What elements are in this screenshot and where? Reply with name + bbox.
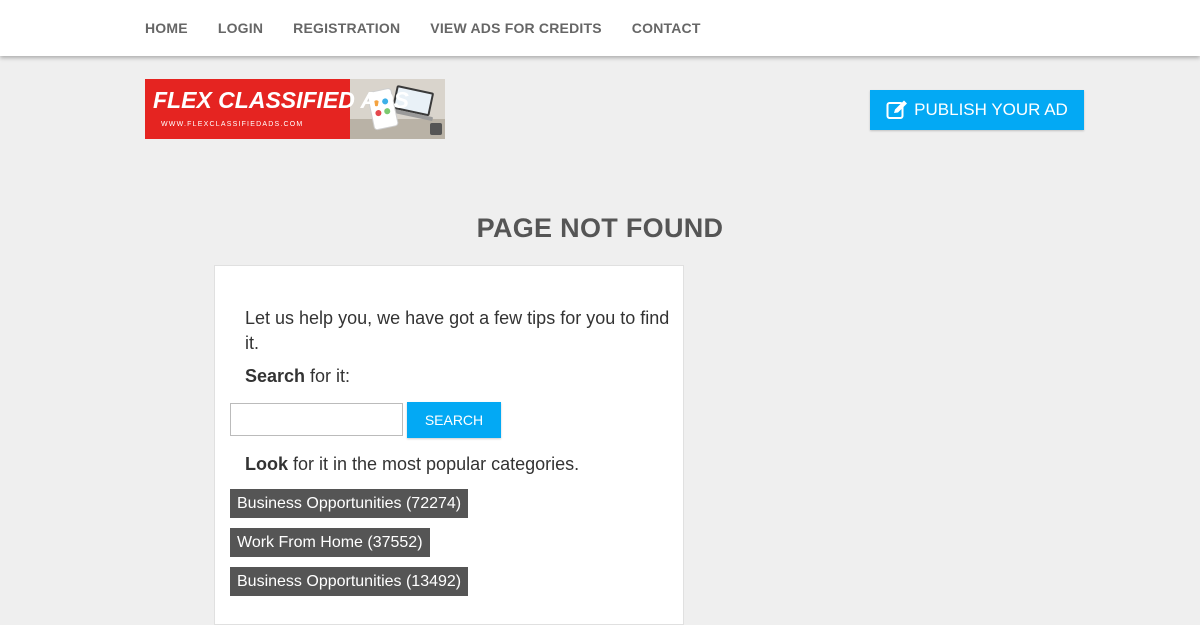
category-link[interactable]: Business Opportunities (13492) [230, 567, 469, 596]
publish-ad-button[interactable]: PUBLISH YOUR AD [870, 90, 1084, 130]
page-title: PAGE NOT FOUND [476, 213, 724, 243]
nav-item-view-ads-for-credits[interactable]: VIEW ADS FOR CREDITS [430, 20, 602, 36]
publish-ad-label: PUBLISH YOUR AD [914, 100, 1068, 119]
popular-categories: Business Opportunities (72274) Work From… [230, 489, 469, 606]
edit-icon [886, 100, 908, 119]
logo-url: WWW.FLEXCLASSIFIEDADS.COM [161, 121, 303, 128]
help-card: Let us help you, we have got a few tips … [214, 265, 684, 625]
category-link[interactable]: Business Opportunities (72274) [230, 489, 469, 518]
search-input[interactable] [230, 403, 403, 436]
nav-item-registration[interactable]: REGISTRATION [293, 20, 400, 36]
logo-title: FLEX CLASSIFIED ADS [153, 87, 410, 113]
nav-item-home[interactable]: HOME [145, 20, 188, 36]
search-instruction-bold: Search [245, 366, 306, 386]
help-tips-text: Let us help you, we have got a few tips … [245, 308, 670, 353]
search-instruction: Search for it: [245, 366, 350, 387]
category-link[interactable]: Work From Home (37552) [230, 528, 430, 557]
nav-menu: HOME LOGIN REGISTRATION VIEW ADS FOR CRE… [145, 0, 731, 56]
search-button[interactable]: SEARCH [407, 402, 501, 438]
site-logo[interactable]: FLEX CLASSIFIED ADS WWW.FLEXCLASSIFIEDAD… [145, 79, 445, 139]
search-instruction-rest: for it: [305, 366, 351, 386]
nav-item-contact[interactable]: CONTACT [632, 20, 701, 36]
top-navigation: HOME LOGIN REGISTRATION VIEW ADS FOR CRE… [0, 0, 1200, 56]
look-instruction: Look for it in the most popular categori… [245, 454, 579, 475]
nav-item-login[interactable]: LOGIN [218, 20, 263, 36]
look-instruction-bold: Look [245, 454, 288, 474]
look-instruction-rest: for it in the most popular categories. [288, 454, 580, 474]
